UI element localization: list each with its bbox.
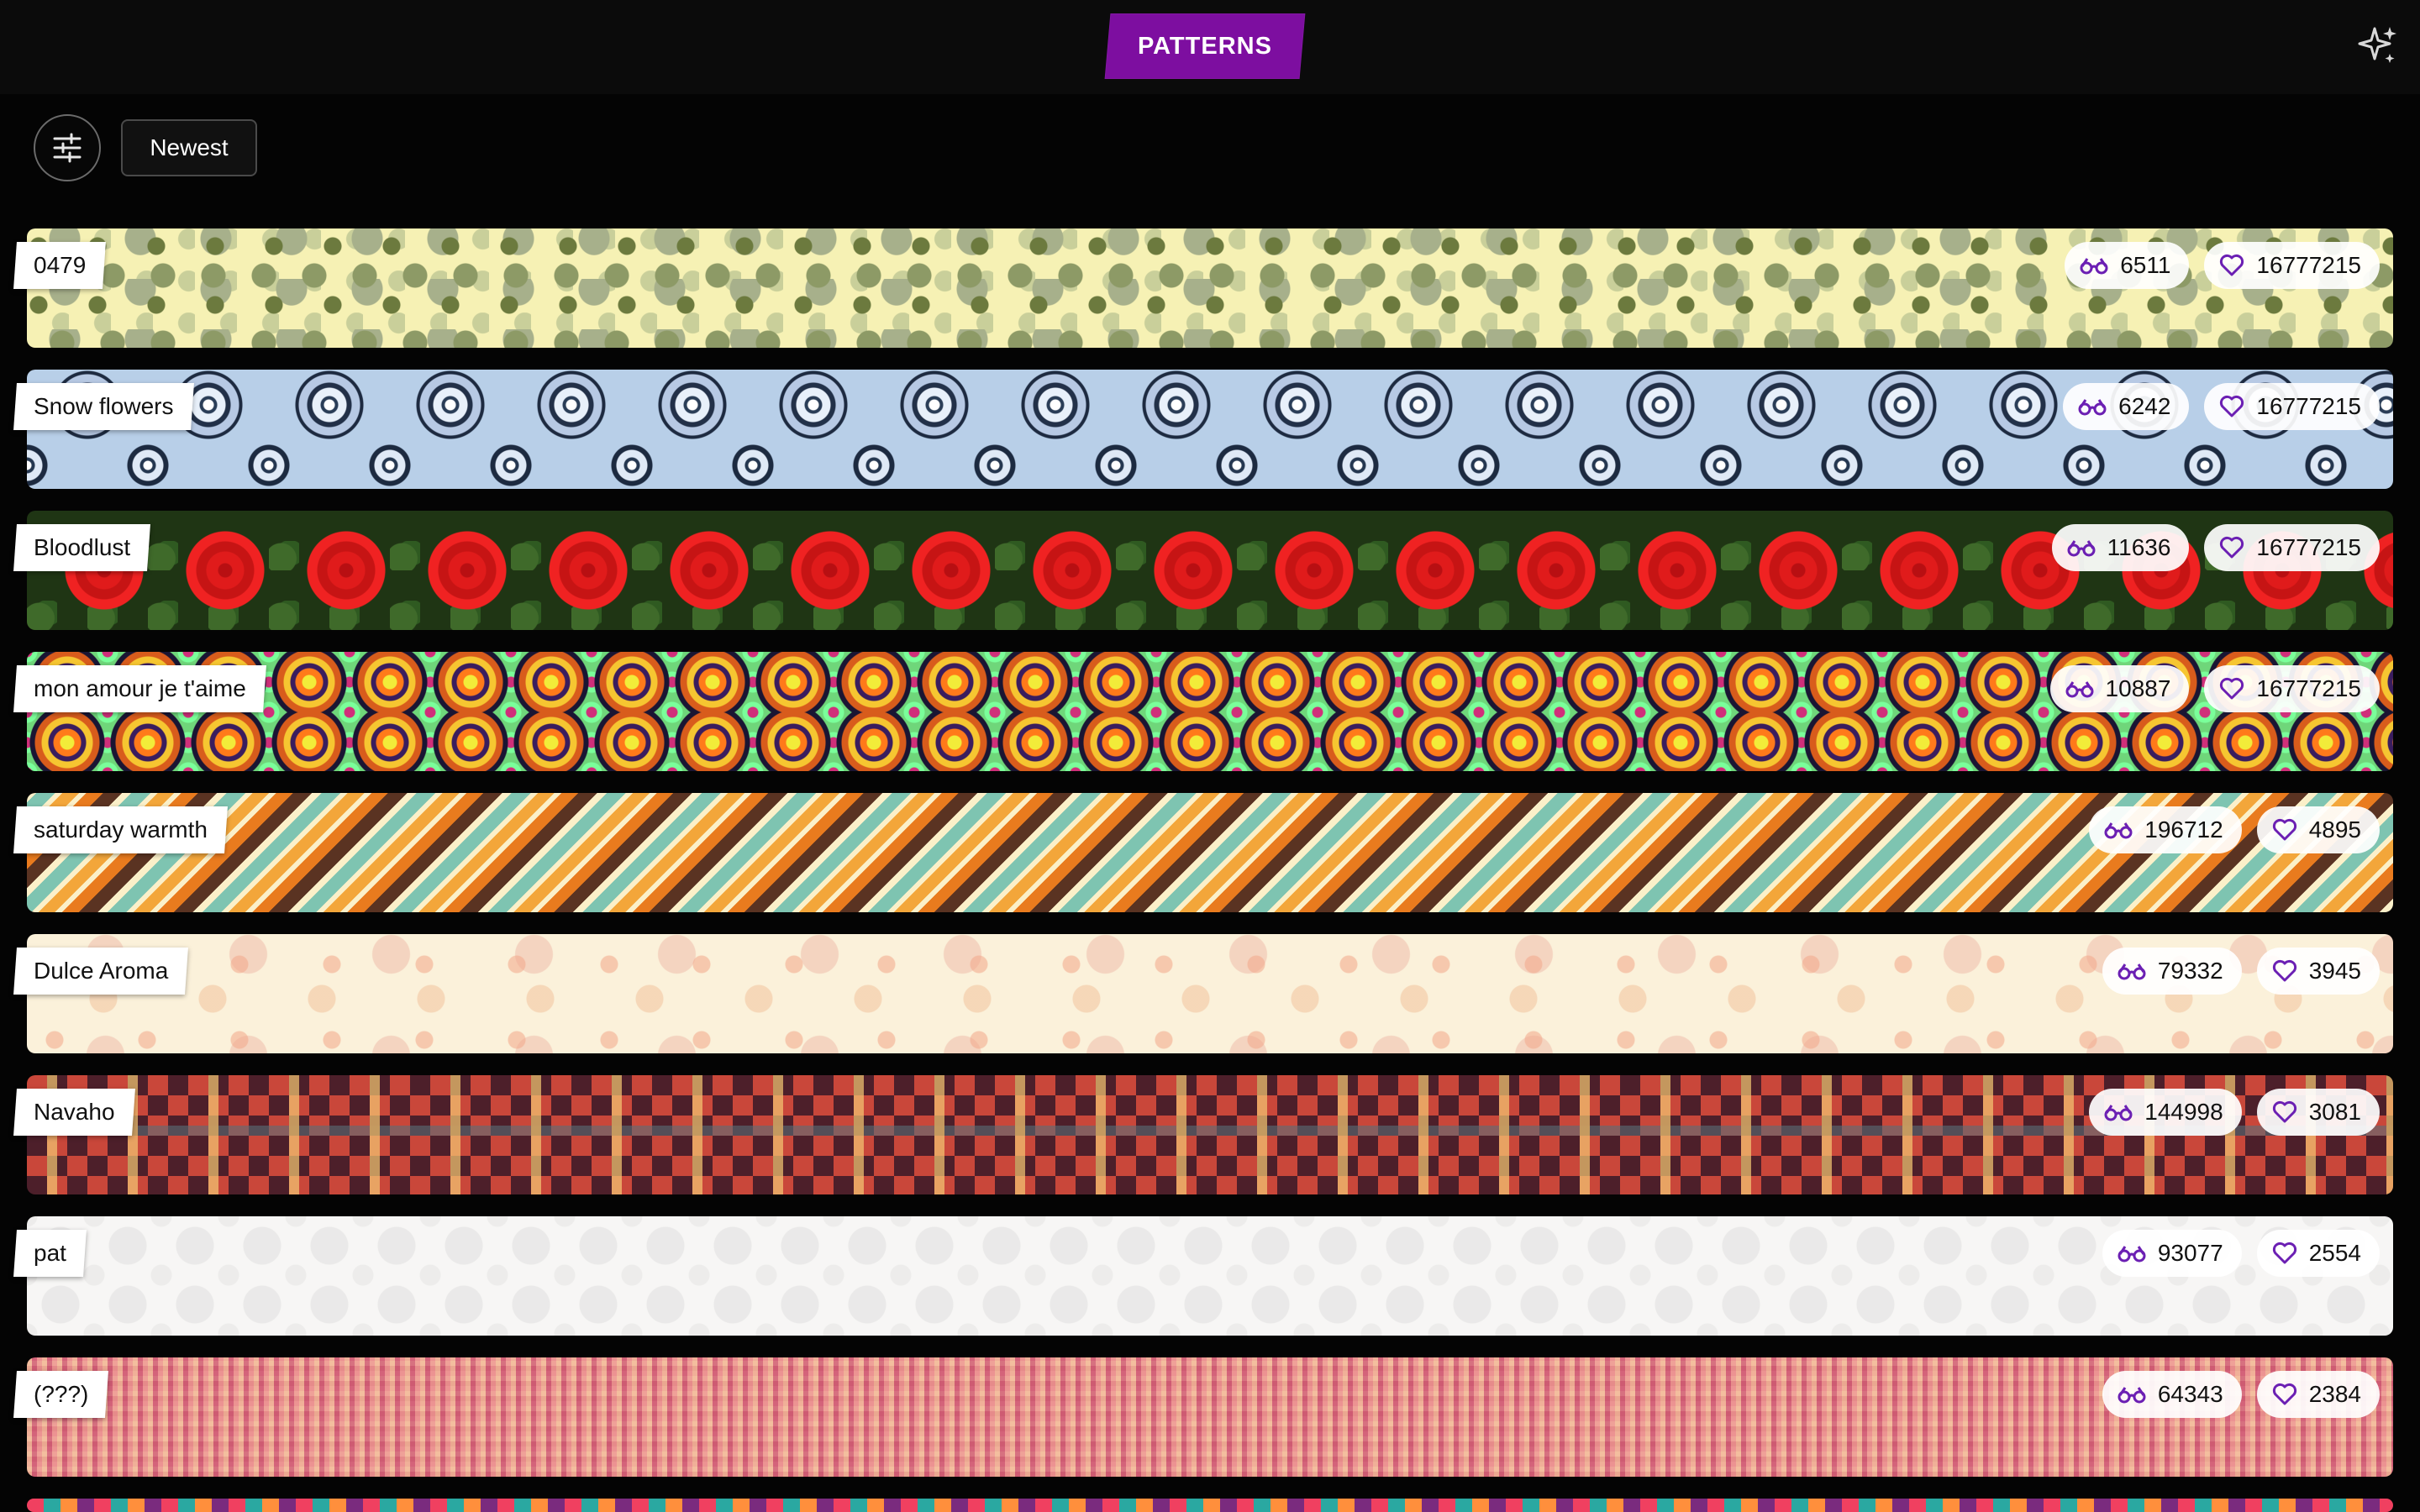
pattern-stats: 64343 2384: [2102, 1371, 2380, 1418]
pattern-strip[interactable]: [27, 652, 2393, 771]
pattern-name-label[interactable]: saturday warmth: [13, 806, 228, 853]
likes-button[interactable]: 4895: [2256, 806, 2380, 853]
pattern-strip[interactable]: [27, 793, 2393, 912]
glasses-icon: [2067, 540, 2096, 557]
views-badge: 196712: [2089, 806, 2242, 853]
likes-button[interactable]: 2554: [2256, 1230, 2380, 1277]
heart-icon: [2272, 1100, 2296, 1123]
pattern-stats: 93077 2554: [2102, 1230, 2380, 1277]
views-badge: 93077: [2102, 1230, 2242, 1277]
pattern-name-label[interactable]: mon amour je t'aime: [13, 665, 266, 712]
pattern-strip[interactable]: [27, 228, 2393, 348]
pattern-strip[interactable]: [27, 370, 2393, 489]
pattern-stats: 6242 16777215: [2063, 383, 2380, 430]
glasses-icon: [2080, 258, 2108, 275]
pattern-name-label[interactable]: (???): [13, 1371, 109, 1418]
glasses-icon: [2078, 399, 2107, 416]
pattern-strip[interactable]: [27, 1216, 2393, 1336]
pattern-name-label[interactable]: Dulce Aroma: [13, 948, 189, 995]
likes-button[interactable]: 16777215: [2204, 665, 2380, 712]
pattern-strip[interactable]: [27, 1075, 2393, 1194]
glasses-icon: [2118, 1246, 2146, 1263]
likes-button[interactable]: 16777215: [2204, 242, 2380, 289]
pattern-name-label[interactable]: 0479: [13, 242, 107, 289]
glasses-icon: [2118, 963, 2146, 980]
heart-icon: [2272, 1242, 2296, 1264]
heart-icon: [2220, 677, 2244, 700]
glasses-icon: [2104, 822, 2133, 839]
heart-icon: [2220, 254, 2244, 276]
heart-icon: [2272, 818, 2296, 841]
glasses-icon: [2065, 681, 2094, 698]
heart-icon: [2220, 536, 2244, 559]
pattern-stats: 144998 3081: [2089, 1089, 2380, 1136]
pattern-stats: 79332 3945: [2102, 948, 2380, 995]
heart-icon: [2272, 1383, 2296, 1405]
views-badge: 144998: [2089, 1089, 2242, 1136]
views-badge: 11636: [2051, 524, 2190, 571]
likes-button[interactable]: 3945: [2256, 948, 2380, 995]
likes-button[interactable]: 16777215: [2204, 524, 2380, 571]
pattern-stats: 11636 16777215: [2051, 524, 2380, 571]
pattern-name-label[interactable]: Navaho: [13, 1089, 135, 1136]
likes-button[interactable]: 16777215: [2204, 383, 2380, 430]
likes-button[interactable]: 2384: [2256, 1371, 2380, 1418]
pattern-stats: 10887 16777215: [2049, 665, 2380, 712]
likes-button[interactable]: 3081: [2256, 1089, 2380, 1136]
pattern-name-label[interactable]: Bloodlust: [13, 524, 151, 571]
heart-icon: [2272, 959, 2296, 982]
pattern-strip[interactable]: [27, 1499, 2393, 1512]
views-badge: 10887: [2049, 665, 2190, 712]
glasses-icon: [2118, 1387, 2146, 1404]
pattern-name-label[interactable]: Snow flowers: [13, 383, 194, 430]
pattern-strip[interactable]: [27, 934, 2393, 1053]
pattern-strip[interactable]: [27, 1357, 2393, 1477]
views-badge: 79332: [2102, 948, 2242, 995]
glasses-icon: [2104, 1105, 2133, 1121]
pattern-stats: 6511 16777215: [2065, 242, 2380, 289]
pattern-list: 0479 6511 16777215 Snow flowers 6242 167…: [0, 0, 2420, 1512]
views-badge: 6242: [2063, 383, 2190, 430]
heart-icon: [2220, 395, 2244, 417]
pattern-name-label[interactable]: pat: [13, 1230, 87, 1277]
views-badge: 64343: [2102, 1371, 2242, 1418]
views-badge: 6511: [2065, 242, 2190, 289]
pattern-stats: 196712 4895: [2089, 806, 2380, 853]
pattern-strip[interactable]: [27, 511, 2393, 630]
